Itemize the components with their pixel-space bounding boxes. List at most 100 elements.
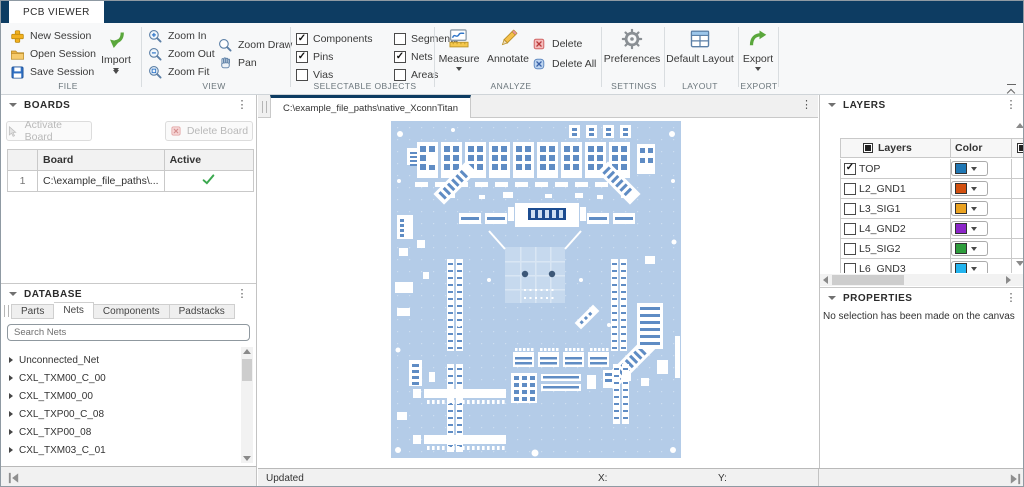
expand-arrow-icon[interactable] [9,411,13,417]
export-label: Export [743,53,773,65]
nets-list-hscrollbar[interactable] [1,466,257,487]
zoom-out-button[interactable]: Zoom Out [147,46,215,62]
color-swatch [955,203,967,214]
tab-components[interactable]: Components [94,304,170,319]
tab-nets[interactable]: Nets [54,302,94,319]
layer-checkbox-icon[interactable] [844,263,856,274]
layer-row-l6-gnd3[interactable]: L6_GND3 [840,259,1024,273]
import-button[interactable]: Import [94,28,138,72]
layer-color-dropdown[interactable] [951,241,988,256]
scrollbar-thumb[interactable] [832,275,904,285]
layers-scroll-up-icon[interactable] [1016,123,1024,128]
layer-row-l5-sig2[interactable]: L5_SIG2 [840,239,1024,259]
scroll-left-end-icon[interactable] [7,471,21,485]
layer-row-top[interactable]: ✓ TOP [840,159,1024,179]
scroll-down-icon[interactable] [243,456,251,461]
boards-menu-icon[interactable] [237,100,249,111]
preferences-icon [620,27,644,51]
zoom-draw-button[interactable]: Zoom Draw [217,37,292,53]
expand-arrow-icon[interactable] [9,429,13,435]
save-session-button[interactable]: Save Session [9,64,94,80]
layer-color-dropdown[interactable] [951,221,988,236]
layer-checkbox-icon[interactable] [844,243,856,255]
new-session-button[interactable]: New Session [9,28,91,44]
properties-panel-header: PROPERTIES [820,288,1024,308]
properties-empty-message: No selection has been made on the canvas [823,311,1015,322]
tab-padstacks[interactable]: Padstacks [170,304,235,319]
layer-row-l2-gnd1[interactable]: L2_GND1 [840,179,1024,199]
net-list-item[interactable]: CXL_TXP00_08 [1,423,231,441]
open-session-button[interactable]: Open Session [9,46,96,62]
layers-select-all-checkbox[interactable] [863,143,873,153]
annotate-button[interactable]: Annotate [483,27,533,65]
collapse-ribbon-icon[interactable] [1007,84,1016,93]
net-list-item[interactable]: CXL_TXM03_C_01 [1,441,231,459]
checkbox-nets[interactable]: ✓ Nets [394,49,433,65]
checkbox-pins[interactable]: ✓ Pins [296,49,333,65]
measure-dropdown-icon[interactable] [456,67,462,71]
layers-menu-icon[interactable] [1006,100,1018,111]
import-dropdown-icon[interactable] [113,68,119,72]
database-tabs-grip-icon[interactable] [4,305,9,317]
document-tab-menu-icon[interactable] [801,100,812,111]
properties-menu-icon[interactable] [1006,293,1018,304]
document-tab[interactable]: C:\example_file_paths\native_XconnTitan [270,95,471,118]
layer-row-l3-sig1[interactable]: L3_SIG1 [840,199,1024,219]
layers-hscrollbar[interactable] [820,274,1024,286]
layer-color-dropdown[interactable] [951,201,988,216]
expand-arrow-icon[interactable] [9,357,13,363]
layer-color-dropdown[interactable] [951,181,988,196]
tab-parts[interactable]: Parts [11,304,54,319]
default-layout-button[interactable]: Default Layout [667,27,733,65]
preferences-button[interactable]: Preferences [602,27,662,65]
export-button[interactable]: Export [737,27,779,71]
document-tabs-grip-icon[interactable] [262,101,267,113]
net-list-item[interactable]: Unconnected_Net [1,351,231,369]
net-list-item[interactable]: CXL_TXM00_C_00 [1,369,231,387]
scrollbar-thumb[interactable] [242,359,252,381]
scroll-left-icon[interactable] [823,276,828,284]
collapse-properties-icon[interactable] [828,296,836,300]
expand-arrow-icon[interactable] [9,393,13,399]
layer-checkbox-icon[interactable]: ✓ [844,163,856,175]
layer-color-dropdown[interactable] [951,161,988,176]
default-layout-icon [688,27,712,51]
zoom-in-button[interactable]: Zoom In [147,28,207,44]
zoom-fit-button[interactable]: Zoom Fit [147,64,209,80]
net-list-item[interactable]: CXL_TXP00_C_08 [1,405,231,423]
layer-color-dropdown[interactable] [951,261,988,273]
database-menu-icon[interactable] [237,289,249,300]
checkbox-components[interactable]: ✓ Components [296,31,373,47]
section-divider [664,27,665,87]
layer-checkbox-icon[interactable] [844,203,856,215]
nets-list-scrollbar[interactable] [241,347,253,463]
layer-checkbox-icon[interactable] [844,223,856,235]
search-nets-input[interactable] [7,324,250,341]
scroll-up-icon[interactable] [243,349,251,354]
scroll-right-icon[interactable] [1006,276,1011,284]
expand-arrow-icon[interactable] [9,375,13,381]
expand-arrow-icon[interactable] [9,447,13,453]
visibility-column-header-icon[interactable] [1017,143,1024,153]
tab-pcb-viewer[interactable]: PCB VIEWER [9,1,104,23]
collapse-database-icon[interactable] [9,292,17,296]
collapse-boards-icon[interactable] [9,103,17,107]
pan-button[interactable]: Pan [217,55,257,71]
delete-board-button[interactable]: Delete Board [165,121,253,141]
layers-scroll-down-icon[interactable] [1016,261,1024,266]
delete-all-button[interactable]: Delete All [531,56,596,72]
delete-all-label: Delete All [552,58,596,70]
delete-button[interactable]: Delete [531,36,582,52]
activate-board-button[interactable]: Activate Board [6,121,92,141]
net-list-item[interactable]: CXL_TXM00_00 [1,387,231,405]
collapse-layers-icon[interactable] [828,103,836,107]
pcb-canvas[interactable] [258,118,818,468]
active-column-header: Active [164,150,253,171]
new-session-label: New Session [30,30,91,42]
export-dropdown-icon[interactable] [755,67,761,71]
scroll-right-end-icon[interactable] [1008,472,1022,486]
measure-button[interactable]: Measure [434,27,484,71]
board-table-row[interactable]: 1 C:\example_file_paths\... [8,171,254,192]
layer-checkbox-icon[interactable] [844,183,856,195]
layer-row-l4-gnd2[interactable]: L4_GND2 [840,219,1024,239]
